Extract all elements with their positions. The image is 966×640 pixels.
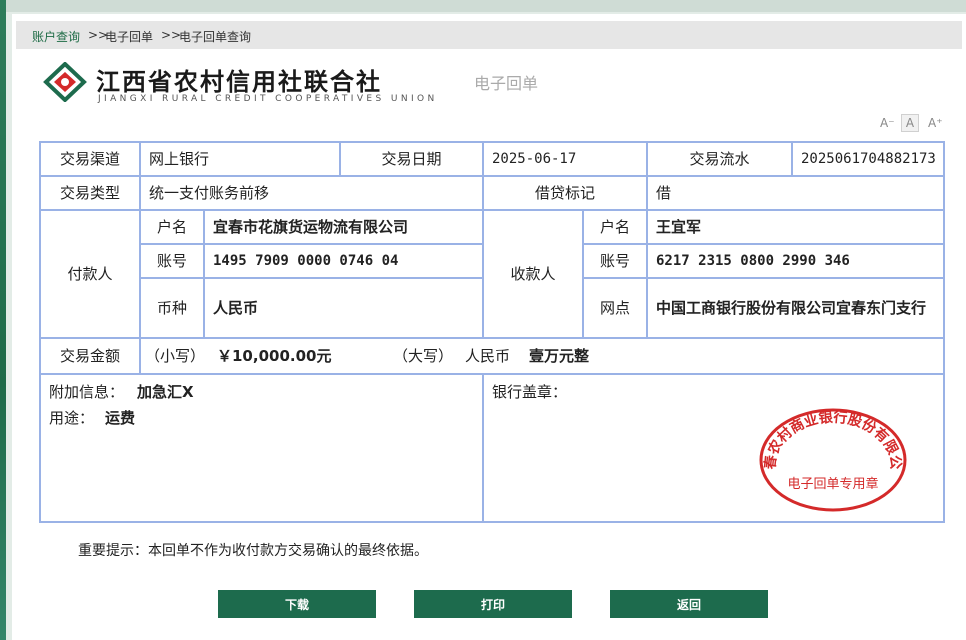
extra-info-label: 附加信息： [49, 383, 125, 401]
left-strip [0, 0, 6, 640]
download-button[interactable]: 下载 [218, 590, 376, 618]
value-type: 统一支付账务前移 [141, 177, 484, 211]
label-payer: 付款人 [41, 211, 141, 339]
extra-info-value: 加急汇X [137, 383, 194, 401]
label-debit-credit: 借贷标记 [484, 177, 648, 211]
logo-chinese-name: 江西省农村信用社联合社 [96, 67, 382, 96]
bank-logo: 江西省农村信用社联合社 JIANGXI RURAL CREDIT COOPERA… [42, 62, 442, 108]
amount-small-label: （小写） [145, 347, 206, 365]
important-notice: 重要提示：本回单不作为收付款方交易确认的最终依据。 [78, 543, 428, 559]
amount-small-value: ￥10,000.00元 [217, 347, 332, 365]
breadcrumb-e-receipt[interactable]: 电子回单 [105, 28, 153, 45]
value-payee-branch: 中国工商银行股份有限公司宜春东门支行 [648, 279, 943, 339]
amount-big-value: 壹万元整 [529, 347, 590, 365]
breadcrumb: 账户查询 >> 电子回单 >> 电子回单查询 [16, 21, 962, 49]
label-type: 交易类型 [41, 177, 141, 211]
print-button[interactable]: 打印 [414, 590, 572, 618]
label-payee: 收款人 [484, 211, 584, 339]
value-channel: 网上银行 [141, 143, 341, 177]
label-payee-branch: 网点 [584, 279, 648, 339]
value-payer-account: 1495 7909 0000 0746 04 [205, 245, 484, 279]
value-debit-credit: 借 [648, 177, 943, 211]
amount-big-label: （大写） [393, 347, 454, 365]
back-button[interactable]: 返回 [610, 590, 768, 618]
font-increase-button[interactable]: A⁺ [928, 116, 943, 130]
seal-label: 银行盖章： [492, 383, 568, 401]
usage-value: 运费 [105, 409, 136, 427]
logo-english-name: JIANGXI RURAL CREDIT COOPERATIVES UNION [98, 94, 438, 104]
label-payer-name: 户名 [141, 211, 205, 245]
label-serial: 交易流水 [648, 143, 793, 177]
breadcrumb-current: 电子回单查询 [179, 30, 252, 44]
value-date: 2025-06-17 [484, 143, 648, 177]
top-strip [0, 0, 966, 12]
value-payee-account: 6217 2315 0800 2990 346 [648, 245, 943, 279]
label-payer-account: 账号 [141, 245, 205, 279]
label-payer-currency: 币种 [141, 279, 205, 339]
amount-row: （小写） ￥10,000.00元 （大写） 人民币 壹万元整 [141, 339, 943, 375]
label-amount: 交易金额 [41, 339, 141, 375]
amount-big-prefix: 人民币 [465, 347, 511, 365]
font-decrease-button[interactable]: A⁻ [880, 116, 895, 130]
label-payee-name: 户名 [584, 211, 648, 245]
label-payee-account: 账号 [584, 245, 648, 279]
label-channel: 交易渠道 [41, 143, 141, 177]
font-normal-button[interactable]: A [901, 114, 919, 132]
stamp-text: 宜春农村商业银行股份有限公司 [757, 404, 903, 471]
remarks-cell: 附加信息： 加急汇X 用途： 运费 [41, 375, 484, 521]
value-payer-name: 宜春市花旗货运物流有限公司 [205, 211, 484, 245]
label-date: 交易日期 [341, 143, 484, 177]
breadcrumb-account-query[interactable]: 账户查询 [32, 28, 80, 45]
document-title: 电子回单 [474, 74, 539, 93]
value-payer-currency: 人民币 [205, 279, 484, 339]
bank-seal-stamp: 宜春农村商业银行股份有限公司 电子回单专用章 [757, 404, 907, 512]
value-serial: 2025061704882173 [793, 143, 943, 177]
usage-label: 用途： [49, 409, 95, 427]
bank-emblem-icon [43, 62, 87, 102]
font-size-controls: A⁻ A A⁺ [876, 114, 956, 134]
stamp-subtext: 电子回单专用章 [787, 476, 878, 492]
receipt-page: 账户查询 >> 电子回单 >> 电子回单查询 江西省农村信用社联合社 JIANG… [12, 14, 966, 640]
value-payee-name: 王宜军 [648, 211, 943, 245]
